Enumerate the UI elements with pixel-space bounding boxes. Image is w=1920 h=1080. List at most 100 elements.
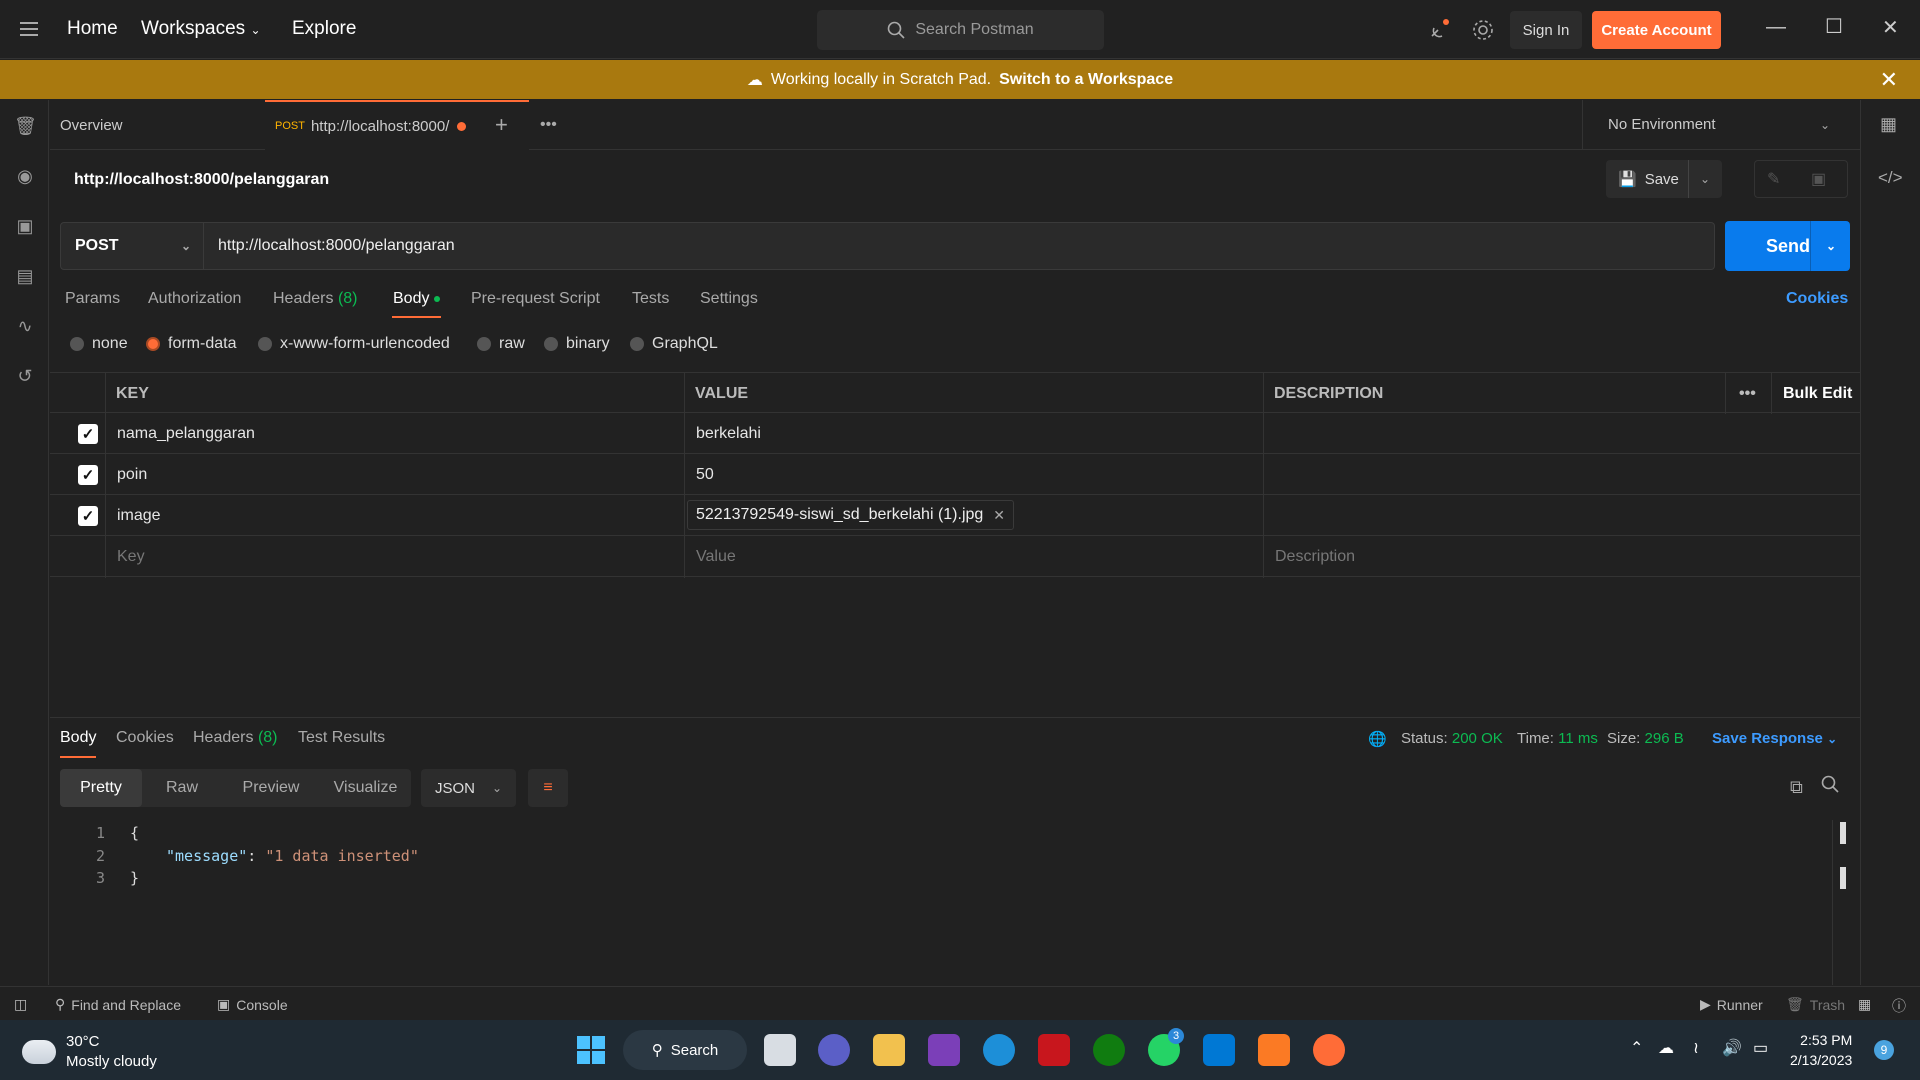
response-divider[interactable] <box>50 717 1860 718</box>
runner-button[interactable]: ▶ Runner <box>1700 996 1763 1013</box>
history-icon[interactable]: ↺ <box>14 366 36 388</box>
new-tab-plus-icon[interactable]: + <box>495 100 525 150</box>
body-mode-graphql[interactable]: GraphQL <box>630 335 718 353</box>
postman-taskbar-icon[interactable] <box>1313 1034 1345 1066</box>
row-key[interactable]: image <box>117 495 161 536</box>
scrollbar-thumb[interactable] <box>1840 822 1846 844</box>
send-button[interactable]: Send ⌄ <box>1725 221 1850 271</box>
apis-icon[interactable]: ◉ <box>14 166 36 188</box>
volume-icon[interactable]: 🔊 <box>1722 1038 1742 1058</box>
response-size[interactable]: Size: 296 B <box>1607 730 1684 747</box>
console-button[interactable]: ▣ Console <box>217 996 288 1013</box>
row-checkbox[interactable]: ✓ <box>78 506 98 526</box>
edge-browser-icon[interactable] <box>983 1034 1015 1066</box>
task-view-icon[interactable] <box>764 1034 796 1066</box>
response-tab-test-results[interactable]: Test Results <box>298 729 385 747</box>
satellite-icon[interactable] <box>1428 18 1452 42</box>
environment-quicklook-icon[interactable]: ▦ <box>1880 114 1897 135</box>
nav-workspaces[interactable]: Workspaces ⌄ <box>141 18 261 40</box>
scrollbar-thumb[interactable] <box>1840 867 1846 889</box>
help-icon[interactable]: ⓘ <box>1892 996 1906 1016</box>
tab-tests[interactable]: Tests <box>632 290 669 308</box>
xampp-icon[interactable] <box>1258 1034 1290 1066</box>
battery-icon[interactable]: ▭ <box>1753 1038 1768 1058</box>
whatsapp-icon[interactable]: 3 <box>1148 1028 1184 1066</box>
onedrive-cloud-icon[interactable]: ☁ <box>1658 1038 1674 1058</box>
row-value[interactable]: berkelahi <box>696 413 761 454</box>
format-select[interactable]: JSON ⌄ <box>421 769 516 807</box>
tab-params[interactable]: Params <box>65 290 120 308</box>
view-preview[interactable]: Preview <box>222 769 320 807</box>
global-search[interactable]: Search Postman <box>817 10 1104 50</box>
method-select[interactable]: POST ⌄ <box>60 222 204 270</box>
search-response-icon[interactable] <box>1821 775 1839 798</box>
find-replace-button[interactable]: ⚲ Find and Replace <box>55 996 181 1013</box>
copy-icon[interactable]: ⧉ <box>1790 777 1803 798</box>
tab-authorization[interactable]: Authorization <box>148 290 241 308</box>
response-status[interactable]: Status: 200 OK <box>1401 730 1503 747</box>
xbox-icon[interactable] <box>1093 1034 1125 1066</box>
url-input[interactable]: http://localhost:8000/pelanggaran <box>204 222 1715 270</box>
trash-button[interactable]: 🗑 Trash <box>1786 996 1845 1013</box>
clock[interactable]: 2:53 PM 2/13/2023 <box>1790 1030 1852 1070</box>
teams-chat-icon[interactable] <box>818 1034 850 1066</box>
notification-badge[interactable]: 9 <box>1874 1040 1894 1060</box>
view-raw[interactable]: Raw <box>142 769 222 807</box>
banner-close-icon[interactable]: ✕ <box>1880 67 1898 93</box>
row-key[interactable]: poin <box>117 454 147 495</box>
row-checkbox[interactable]: ✓ <box>78 465 98 485</box>
row-key[interactable]: nama_pelanggaran <box>117 413 255 454</box>
environment-selector[interactable]: No Environment ⌄ <box>1582 100 1860 150</box>
globe-icon[interactable]: 🌐 <box>1368 730 1387 748</box>
vscode-icon[interactable] <box>1203 1034 1235 1066</box>
key-placeholder[interactable]: Key <box>117 536 145 577</box>
tab-overview[interactable]: Overview <box>60 100 260 150</box>
body-mode-urlencoded[interactable]: x-www-form-urlencoded <box>258 335 450 353</box>
mock-servers-icon[interactable]: ▤ <box>14 266 36 288</box>
minimize-icon[interactable]: — <box>1766 16 1786 39</box>
table-more-icon[interactable]: ••• <box>1739 373 1756 414</box>
monitors-icon[interactable]: ∿ <box>14 316 36 338</box>
bulk-edit-button[interactable]: Bulk Edit <box>1783 373 1852 414</box>
view-visualize[interactable]: Visualize <box>320 769 411 807</box>
tab-body[interactable]: Body <box>393 290 441 308</box>
save-button[interactable]: 💾 Save ⌄ <box>1606 160 1722 198</box>
body-mode-binary[interactable]: binary <box>544 335 610 353</box>
weather-widget[interactable]: 30°C Mostly cloudy <box>18 1032 157 1072</box>
wifi-icon[interactable]: ≀ <box>1693 1038 1699 1058</box>
wrap-lines-icon[interactable]: ≡ <box>528 769 568 807</box>
tab-pre-request-script[interactable]: Pre-request Script <box>471 290 600 308</box>
pencil-icon[interactable]: ✎ <box>1767 169 1780 189</box>
tab-headers[interactable]: Headers (8) <box>273 290 358 308</box>
row-value[interactable]: 50 <box>696 454 714 495</box>
body-mode-none[interactable]: none <box>70 335 128 353</box>
row-checkbox[interactable]: ✓ <box>78 424 98 444</box>
value-placeholder[interactable]: Value <box>696 536 736 577</box>
tab-more-icon[interactable]: ••• <box>540 100 570 150</box>
response-tab-headers[interactable]: Headers (8) <box>193 729 278 747</box>
file-chip[interactable]: 52213792549-siswi_sd_berkelahi (1).jpg ✕ <box>687 500 1015 530</box>
hamburger-menu-icon[interactable] <box>20 18 38 40</box>
app-purple-icon[interactable] <box>928 1034 960 1066</box>
description-placeholder[interactable]: Description <box>1275 536 1355 577</box>
sign-in-button[interactable]: Sign In <box>1510 11 1582 49</box>
chevron-down-icon[interactable]: ⌄ <box>1826 239 1836 253</box>
windows-start-icon[interactable] <box>575 1034 607 1066</box>
save-response-button[interactable]: Save Response ⌄ <box>1712 730 1837 747</box>
body-mode-form-data[interactable]: form-data <box>146 335 236 353</box>
two-pane-icon[interactable]: ▦ <box>1858 996 1871 1013</box>
file-explorer-icon[interactable] <box>873 1034 905 1066</box>
code-icon[interactable]: </> <box>1878 168 1903 188</box>
collections-icon[interactable]: 🗑 <box>14 116 37 138</box>
settings-gear-icon[interactable] <box>1471 18 1495 42</box>
nav-home[interactable]: Home <box>67 18 118 40</box>
switch-workspace-link[interactable]: Switch to a Workspace <box>999 71 1173 89</box>
body-mode-raw[interactable]: raw <box>477 335 525 353</box>
create-account-button[interactable]: Create Account <box>1592 11 1721 49</box>
environments-icon[interactable]: ▣ <box>14 216 36 238</box>
toggle-sidebar-icon[interactable]: ◫ <box>14 996 27 1013</box>
taskbar-search[interactable]: ⚲ Search <box>623 1030 747 1070</box>
wps-office-icon[interactable] <box>1038 1034 1070 1066</box>
response-tab-cookies[interactable]: Cookies <box>116 729 174 747</box>
maximize-icon[interactable]: ☐ <box>1825 14 1843 39</box>
